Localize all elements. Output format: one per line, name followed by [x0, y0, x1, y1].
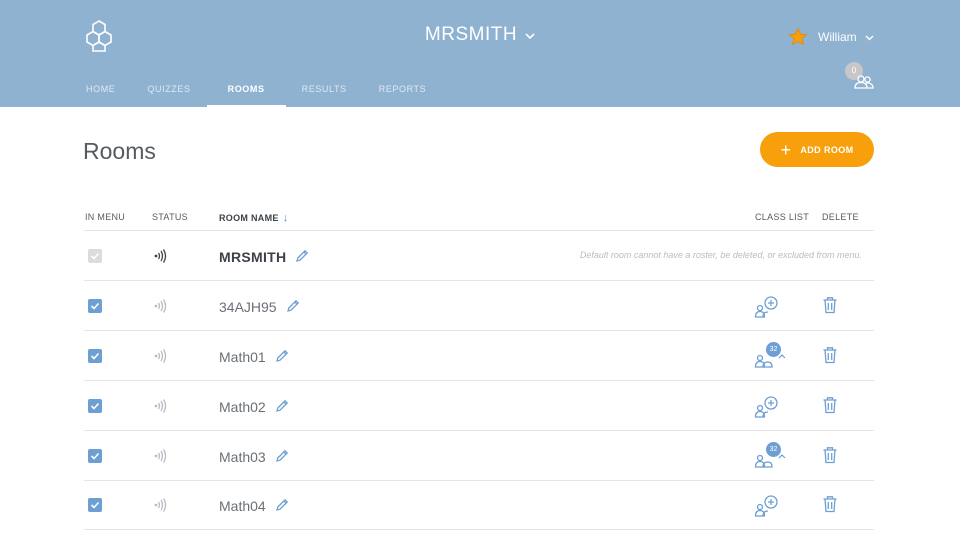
chevron-down-icon	[865, 30, 874, 44]
table-row: Math02	[84, 381, 874, 431]
room-name-header-label: ROOM NAME	[219, 213, 279, 223]
main-nav: HOME QUIZZES ROOMS RESULTS REPORTS	[70, 76, 442, 107]
add-room-label: ADD ROOM	[800, 144, 854, 155]
user-name: William	[818, 30, 857, 44]
students-icon	[854, 75, 874, 89]
class-list-button[interactable]: 32	[754, 442, 786, 469]
tab-reports[interactable]: REPORTS	[363, 76, 443, 107]
students-online-button[interactable]: 0	[845, 62, 875, 92]
page-title: Rooms	[83, 138, 156, 164]
chevron-down-icon	[525, 24, 535, 46]
table-row: Math03 32	[84, 431, 874, 481]
table-row: 34AJH95	[84, 281, 874, 331]
in-menu-checkbox	[88, 249, 102, 263]
room-name: Math03	[219, 449, 266, 465]
broadcast-active-icon	[154, 249, 167, 263]
pencil-edit-icon[interactable]	[294, 248, 310, 264]
in-menu-checkbox[interactable]	[88, 399, 102, 413]
room-name: MRSMITH	[219, 249, 287, 265]
chevron-up-icon	[778, 454, 786, 459]
trash-delete-icon[interactable]	[822, 296, 838, 314]
column-header-in-menu: IN MENU	[85, 212, 126, 222]
trash-delete-icon[interactable]	[822, 495, 838, 513]
add-roster-button[interactable]	[754, 395, 782, 419]
pencil-edit-icon[interactable]	[274, 497, 290, 513]
in-menu-checkbox[interactable]	[88, 349, 102, 363]
table-row: Math04	[84, 480, 874, 530]
column-header-delete: DELETE	[822, 212, 859, 222]
add-class-list-icon	[754, 296, 778, 318]
broadcast-inactive-icon	[154, 299, 167, 313]
room-name: Math01	[219, 349, 266, 365]
pencil-edit-icon[interactable]	[274, 398, 290, 414]
broadcast-inactive-icon	[154, 498, 167, 512]
column-header-status: STATUS	[152, 212, 188, 222]
trash-delete-icon[interactable]	[822, 396, 838, 414]
add-roster-button[interactable]	[754, 494, 782, 518]
sort-arrow-down-icon: ↓	[282, 212, 289, 224]
chevron-up-icon	[778, 354, 786, 359]
default-room-note: Default room cannot have a roster, be de…	[579, 250, 862, 260]
plus-icon: +	[780, 139, 792, 160]
pencil-edit-icon[interactable]	[274, 348, 290, 364]
add-roster-button[interactable]	[754, 295, 782, 319]
tab-home[interactable]: HOME	[70, 76, 131, 107]
trash-delete-icon[interactable]	[822, 346, 838, 364]
room-name: 34AJH95	[219, 299, 277, 315]
column-header-room-name[interactable]: ROOM NAME ↓	[219, 212, 289, 224]
add-class-list-icon	[754, 495, 778, 517]
add-room-button[interactable]: + ADD ROOM	[760, 132, 874, 167]
current-room-name: MRSMITH	[424, 24, 518, 46]
class-list-button[interactable]: 32	[754, 342, 786, 369]
in-menu-checkbox[interactable]	[88, 449, 102, 463]
tab-quizzes[interactable]: QUIZZES	[131, 76, 206, 107]
tab-results[interactable]: RESULTS	[286, 76, 363, 107]
broadcast-inactive-icon	[154, 349, 167, 363]
table-row: Math01 32	[84, 331, 874, 381]
tab-rooms[interactable]: ROOMS	[206, 76, 286, 107]
add-class-list-icon	[754, 396, 778, 418]
column-header-class-list: CLASS LIST	[755, 212, 810, 222]
pencil-edit-icon[interactable]	[285, 298, 301, 314]
table-row: MRSMITH Default room cannot have a roste…	[84, 231, 874, 281]
user-menu[interactable]: William	[788, 26, 874, 48]
in-menu-checkbox[interactable]	[88, 498, 102, 512]
in-menu-checkbox[interactable]	[88, 299, 102, 313]
top-header: MRSMITH William HOME QUIZZES ROOMS RESUL…	[0, 0, 960, 107]
star-icon	[788, 27, 808, 46]
broadcast-inactive-icon	[154, 449, 167, 463]
broadcast-inactive-icon	[154, 399, 167, 413]
trash-delete-icon[interactable]	[822, 446, 838, 464]
pencil-edit-icon[interactable]	[274, 448, 290, 464]
room-name: Math02	[219, 399, 266, 415]
room-name: Math04	[219, 498, 266, 514]
